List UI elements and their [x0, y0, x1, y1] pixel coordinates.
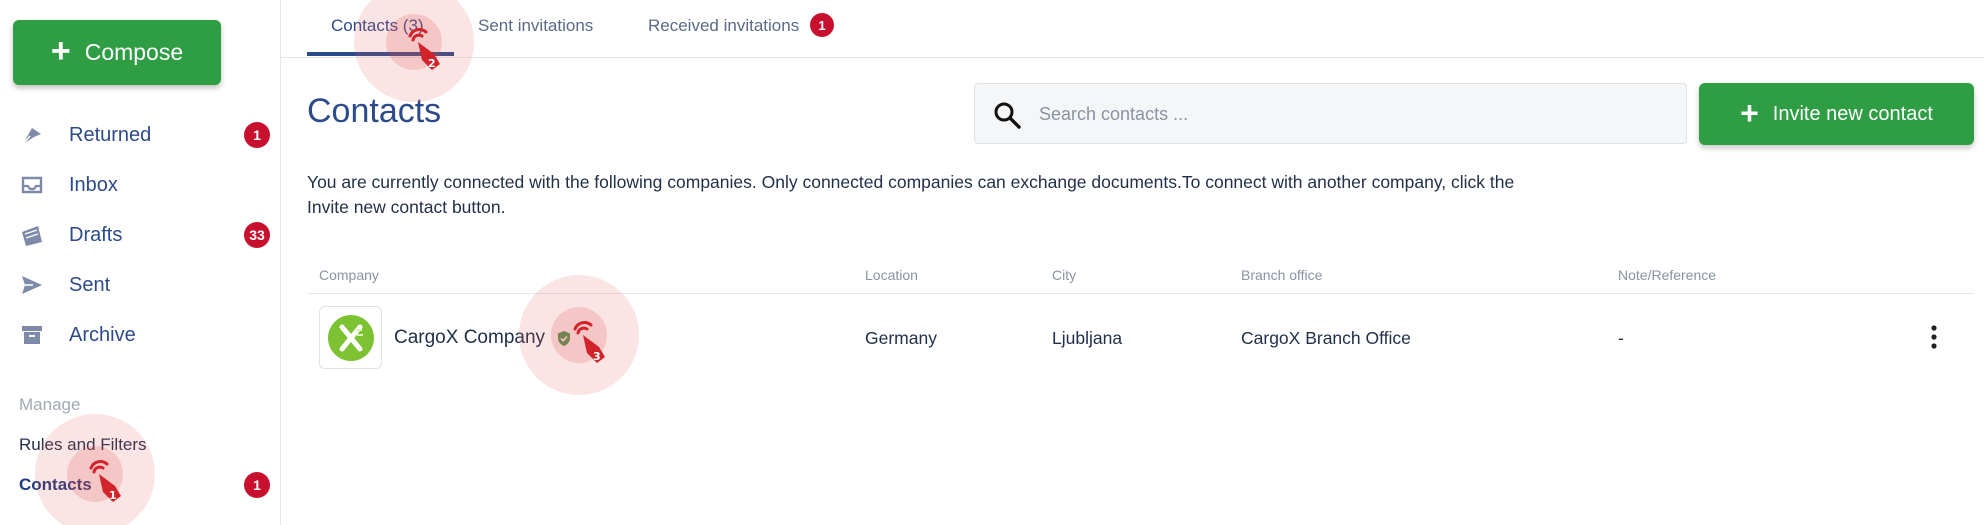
tab-bar: Contacts (3) Sent invitations Received i…: [281, 0, 1984, 58]
send-icon: [22, 276, 42, 294]
verified-shield-icon: [558, 331, 570, 346]
table-row[interactable]: CargoX Company Germany Ljubljana CargoX …: [307, 294, 1974, 382]
returned-badge: 1: [244, 122, 270, 148]
marker-number: 2: [428, 57, 436, 70]
sidebar-item-label: Sent: [69, 273, 111, 296]
search-input[interactable]: [1039, 94, 1659, 134]
page-title: Contacts: [307, 92, 442, 130]
company-name[interactable]: CargoX Company: [394, 327, 545, 349]
note-reference-cell: -: [1618, 328, 1624, 348]
column-header-city: City: [1052, 267, 1077, 283]
sidebar-item-label: Returned: [69, 123, 152, 146]
compose-button[interactable]: + Compose: [13, 20, 221, 85]
sidebar-item-rules-and-filters[interactable]: Rules and Filters: [19, 435, 147, 455]
column-header-company: Company: [319, 267, 379, 283]
sidebar-item-inbox[interactable]: Inbox: [0, 160, 281, 210]
sidebar-item-sent[interactable]: Sent: [0, 260, 281, 310]
returned-icon: [22, 128, 41, 145]
search-box: [974, 83, 1687, 144]
search-icon: [994, 102, 1021, 129]
column-header-branch-office: Branch office: [1241, 267, 1323, 283]
invite-new-contact-button[interactable]: + Invite new contact: [1699, 83, 1974, 145]
tab-sent-invitations[interactable]: Sent invitations: [478, 16, 593, 36]
active-tab-indicator: [307, 52, 454, 56]
sidebar-item-label: Inbox: [69, 173, 118, 196]
cargox-logo-icon: [327, 314, 374, 361]
sidebar-item-contacts[interactable]: Contacts: [19, 475, 92, 495]
more-options-icon[interactable]: [1924, 323, 1944, 351]
tab-contacts[interactable]: Contacts (3): [331, 16, 424, 36]
drafts-icon: [22, 226, 42, 246]
sidebar-item-label: Drafts: [69, 223, 123, 246]
plus-icon: +: [50, 32, 71, 70]
contacts-badge: 1: [244, 472, 270, 498]
drafts-badge: 33: [244, 222, 270, 248]
sidebar: + Compose Returned 1 Inbox Drafts 33 Sen…: [0, 0, 281, 525]
manage-section-label: Manage: [19, 395, 81, 414]
contacts-description: You are currently connected with the fol…: [307, 172, 1515, 217]
invite-label: Invite new contact: [1772, 102, 1933, 125]
compose-label: Compose: [84, 39, 184, 65]
inbox-icon: [21, 176, 43, 194]
received-invitations-badge: 1: [810, 13, 834, 37]
city-cell: Ljubljana: [1052, 328, 1123, 348]
app-root: + Compose Returned 1 Inbox Drafts 33 Sen…: [0, 0, 1984, 525]
tab-received-invitations[interactable]: Received invitations: [648, 16, 799, 36]
sidebar-item-returned[interactable]: Returned 1: [0, 110, 281, 160]
archive-icon: [22, 326, 42, 344]
column-header-note-reference: Note/Reference: [1618, 267, 1717, 283]
branch-office-cell: CargoX Branch Office: [1241, 328, 1411, 348]
sidebar-item-drafts[interactable]: Drafts 33: [0, 210, 281, 260]
sidebar-item-label: Archive: [69, 323, 136, 346]
column-header-location: Location: [865, 267, 918, 283]
plus-icon: +: [1740, 94, 1759, 131]
sidebar-item-archive[interactable]: Archive: [0, 310, 281, 360]
company-logo: [319, 306, 382, 369]
location-cell: Germany: [865, 328, 937, 348]
